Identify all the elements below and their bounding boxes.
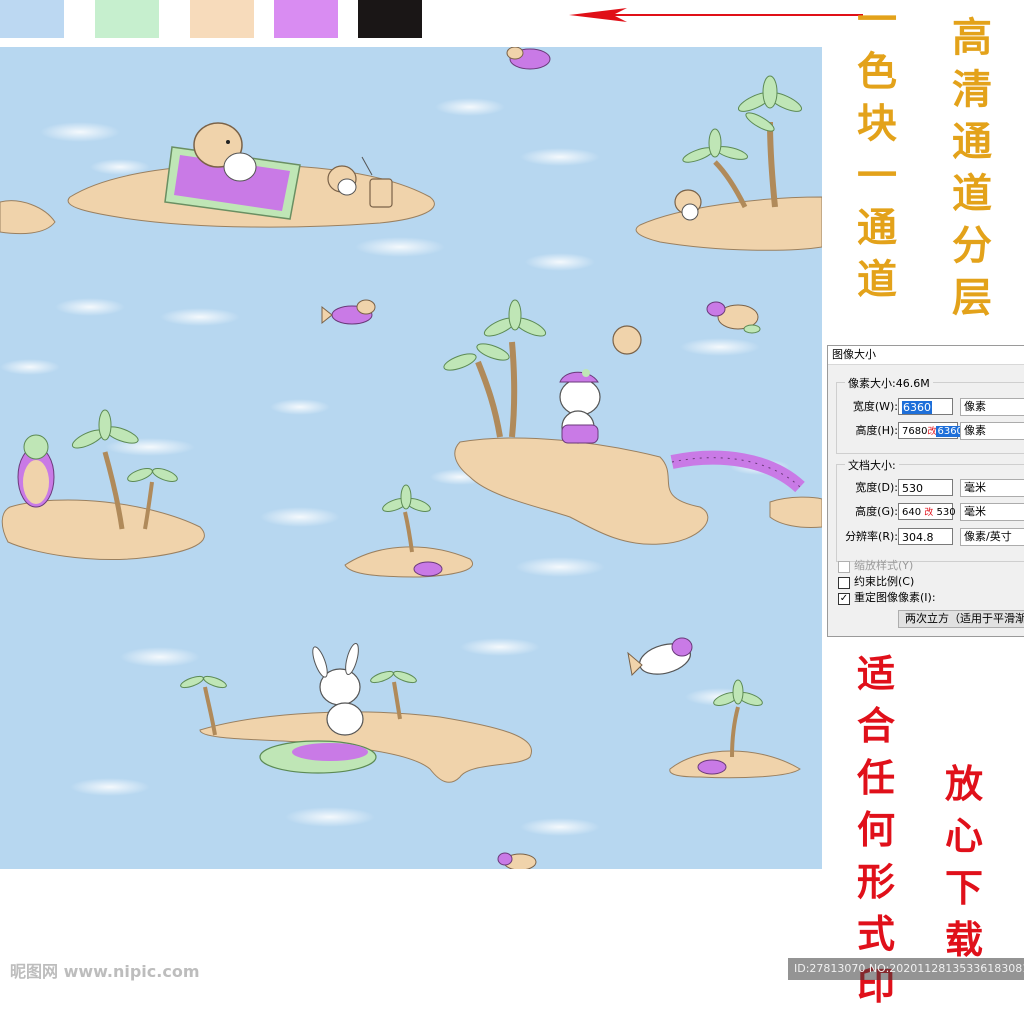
caption-char: 道 — [857, 256, 897, 303]
pixel-height-old-value: 7680 — [902, 426, 928, 437]
pixel-height-label: 高度(H): — [855, 424, 898, 437]
resolution-label: 分辨率(R): — [845, 530, 898, 543]
caption-char: 道 — [952, 170, 992, 217]
resample-checkbox[interactable]: ✓ — [838, 593, 850, 605]
pixel-height-input[interactable]: 7680改6360 — [898, 422, 964, 439]
arrow-left-icon — [569, 8, 863, 22]
swatch-light-green — [95, 0, 159, 38]
resample-method-select[interactable]: 两次立方（适用于平滑渐变 — [898, 610, 1024, 628]
caption-char: 高 — [952, 14, 992, 61]
caption-char: 清 — [952, 66, 992, 113]
doc-height-edit-mark: 改 — [924, 508, 934, 518]
caption-char: 下 — [945, 865, 984, 910]
turtle-icon — [697, 759, 727, 775]
caption-char: 心 — [945, 813, 984, 858]
swatch-black — [358, 0, 422, 38]
pixel-dimensions-label: 像素大小:46.6M — [845, 375, 933, 391]
resample-row: ✓ 重定图像像素(I): — [838, 589, 936, 607]
resolution-input[interactable]: 304.8 — [898, 528, 953, 545]
caption-char: 何 — [857, 807, 896, 852]
caption-char: 通 — [952, 118, 992, 165]
doc-width-label: 宽度(D): — [855, 481, 898, 494]
caption-char: 色 — [857, 48, 897, 95]
pattern-artwork — [0, 47, 822, 869]
doc-height-label: 高度(G): — [855, 505, 898, 518]
doc-height-unit-select[interactable]: 毫米 — [960, 503, 1024, 521]
caption-char: 块 — [857, 100, 897, 147]
caption-char: 任 — [857, 755, 896, 800]
pixel-width-label: 宽度(W): — [852, 400, 898, 413]
caption-char: 层 — [952, 274, 992, 321]
swatch-purple — [274, 0, 338, 38]
site-watermark: 昵图网 www.nipic.com — [10, 962, 200, 981]
caption-char: 一 — [857, 0, 897, 43]
constrain-proportions-label: 约束比例(C) — [854, 575, 915, 588]
vertical-caption-color-channel: 一 色 块 一 通 道 — [857, 0, 897, 312]
document-size-label: 文档大小: — [845, 457, 899, 473]
caption-char: 分 — [952, 222, 992, 269]
pixel-width-unit-select[interactable]: 像素 — [960, 398, 1024, 416]
caption-char: 一 — [857, 152, 897, 199]
caption-char: 形 — [857, 859, 896, 904]
doc-height-new-value: 530 — [936, 507, 956, 518]
vertical-caption-download: 放 心 下 载 — [945, 765, 983, 973]
pixel-dimensions-group: 像素大小:46.6M — [836, 375, 1024, 454]
doc-height-old-value: 640 — [902, 507, 922, 518]
rabbit-icon — [559, 369, 601, 444]
constrain-proportions-checkbox[interactable] — [838, 577, 850, 589]
dialog-title: 图像大小 — [828, 346, 1024, 365]
turtle-icon — [413, 561, 443, 577]
pixel-height-unit-select[interactable]: 像素 — [960, 422, 1024, 440]
caption-char: 放 — [945, 761, 984, 806]
vertical-caption-hd-layers: 高 清 通 道 分 层 — [952, 18, 992, 330]
resolution-unit-select[interactable]: 像素/英寸 — [960, 528, 1024, 546]
caption-char: 适 — [857, 651, 896, 696]
scale-styles-label: 缩放样式(Y) — [854, 559, 914, 572]
doc-height-input[interactable]: 640 改 530 — [898, 503, 956, 520]
caption-char: 式 — [857, 911, 896, 956]
image-id-bar: ID:27813070 NO:20201128135336183081 — [788, 958, 1024, 980]
pixel-width-input[interactable]: 6360 — [898, 398, 953, 415]
caption-char: 合 — [857, 703, 896, 748]
scale-styles-checkbox[interactable] — [838, 561, 850, 573]
ball-icon — [612, 325, 642, 355]
caption-char: 载 — [945, 917, 984, 962]
doc-width-input[interactable]: 530 — [898, 479, 953, 496]
swatch-beige — [190, 0, 254, 38]
surfboard-icon — [259, 740, 377, 774]
doc-width-unit-select[interactable]: 毫米 — [960, 479, 1024, 497]
pixel-width-value: 6360 — [902, 401, 932, 414]
image-size-dialog: 图像大小 像素大小:46.6M 宽度(W): 6360 像素 高度(H): 76… — [827, 345, 1024, 637]
resample-label: 重定图像像素(I): — [854, 591, 936, 604]
swatch-light-blue — [0, 0, 64, 38]
caption-char: 通 — [857, 204, 897, 251]
